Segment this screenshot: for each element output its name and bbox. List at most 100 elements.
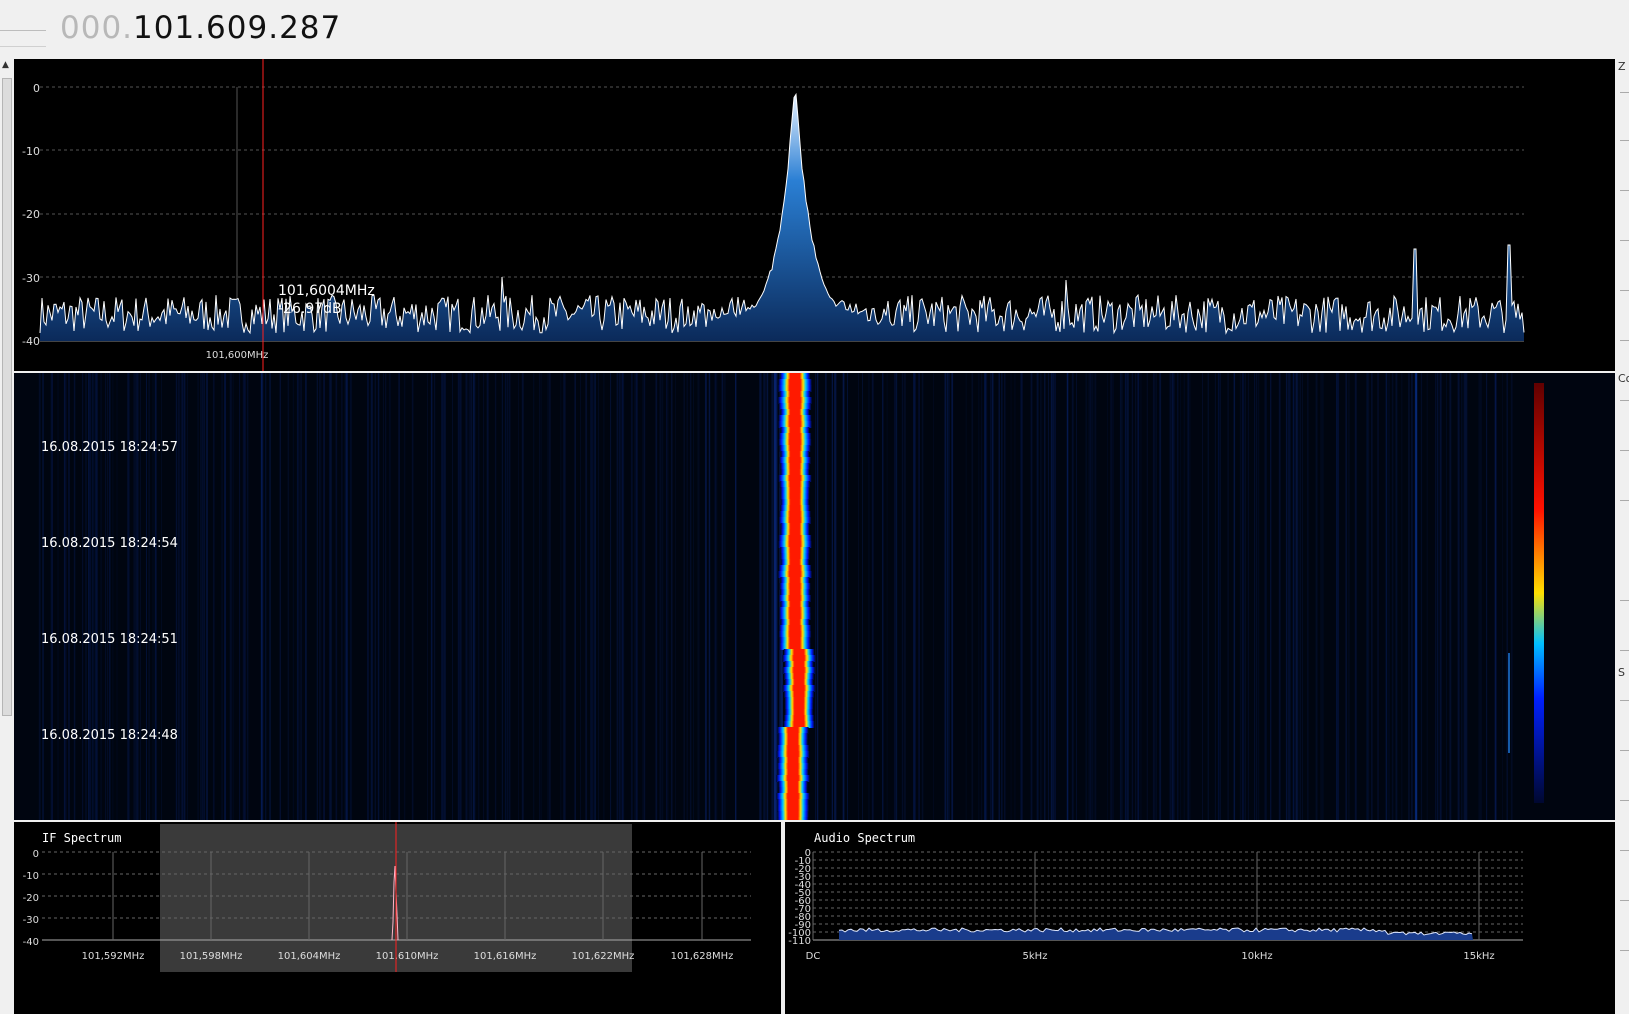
- waterfall-signal-segment: [776, 793, 810, 800]
- waterfall-noise-stripe: [382, 373, 384, 820]
- waterfall-signal-segment: [779, 481, 811, 488]
- waterfall-noise-stripe: [346, 373, 348, 820]
- waterfall-noise-stripe: [329, 373, 332, 820]
- right-strip-label-top: Z: [1618, 60, 1626, 73]
- waterfall-noise-stripe: [1004, 373, 1006, 820]
- waterfall-noise-stripe: [705, 373, 707, 820]
- waterfall-noise-stripe: [921, 373, 923, 820]
- frequency-digits[interactable]: 101.609.287: [133, 10, 341, 46]
- waterfall-noise-stripe: [505, 373, 507, 820]
- waterfall-signal-segment: [778, 421, 812, 428]
- waterfall-noise-stripe: [223, 373, 226, 820]
- frequency-display[interactable]: 000.101.609.287: [60, 10, 341, 46]
- waterfall-noise-stripe: [655, 373, 658, 820]
- waterfall-noise-stripe: [1090, 373, 1093, 820]
- waterfall-noise-stripe: [1126, 373, 1129, 820]
- waterfall-noise-stripe: [1420, 373, 1423, 820]
- waterfall-noise-stripe: [1053, 373, 1055, 820]
- waterfall-noise-stripe: [1121, 373, 1124, 820]
- y-tick-label: -40: [22, 335, 40, 348]
- waterfall-signal-segment: [777, 799, 809, 806]
- waterfall-signal-segment: [778, 781, 808, 788]
- waterfall-signal-segment: [777, 817, 809, 820]
- waterfall-noise-stripe: [642, 373, 644, 820]
- right-strip-tick: [1620, 290, 1629, 291]
- waterfall-signal-segment: [780, 487, 810, 494]
- x-tick-label: DC: [806, 951, 821, 962]
- waterfall-noise-stripe: [344, 373, 347, 820]
- waterfall-signal-segment: [784, 661, 814, 668]
- waterfall-noise-stripe: [714, 373, 717, 820]
- waterfall-noise-stripe: [1510, 373, 1513, 820]
- waterfall-noise-stripe: [1439, 373, 1442, 820]
- waterfall-noise-stripe: [948, 373, 950, 820]
- left-scrollbar-thumb[interactable]: [2, 78, 12, 716]
- waterfall-noise-stripe: [1207, 373, 1209, 820]
- waterfall-noise-stripe: [242, 373, 245, 820]
- y-tick-label: -10: [22, 145, 40, 158]
- waterfall-noise-stripe: [699, 373, 700, 820]
- waterfall-signal-segment: [779, 625, 811, 632]
- waterfall-signal-segment: [777, 727, 809, 734]
- audio-spectrum-panel[interactable]: Audio Spectrum 0 -10 -20 -30 -40 -50 -60 -70 -80…: [785, 822, 1615, 1014]
- waterfall-panel[interactable]: 16.08.2015 18:24:57 16.08.2015 18:24:54 …: [14, 373, 1615, 820]
- waterfall-timestamp: 16.08.2015 18:24:51: [41, 632, 178, 647]
- waterfall-noise-stripe: [279, 373, 281, 820]
- waterfall-noise-stripe: [1037, 373, 1039, 820]
- waterfall-noise-stripe: [1189, 373, 1191, 820]
- main-spectrum-panel[interactable]: 0 -10 -20 -30 -40 101,600MHz 101,6004MHz…: [14, 59, 1615, 371]
- waterfall-signal-segment: [784, 679, 814, 686]
- waterfall-noise-stripe: [1092, 373, 1094, 820]
- waterfall-noise-stripe: [1354, 373, 1357, 820]
- waterfall-noise-stripe: [1462, 373, 1464, 820]
- waterfall-plot[interactable]: 16.08.2015 18:24:57 16.08.2015 18:24:54 …: [14, 373, 1615, 820]
- waterfall-signal-segment: [778, 595, 811, 602]
- waterfall-noise-stripe: [591, 373, 594, 820]
- waterfall-noise-stripe: [398, 373, 400, 820]
- waterfall-noise-stripe: [1137, 373, 1139, 820]
- waterfall-noise-stripe: [1177, 373, 1179, 820]
- waterfall-signal-segment: [778, 535, 812, 542]
- waterfall-noise-stripe: [1152, 373, 1155, 820]
- waterfall-noise-stripe: [1125, 373, 1127, 820]
- waterfall-signal-segment: [778, 415, 812, 422]
- y-tick-label: -30: [23, 915, 39, 926]
- if-spectrum-panel[interactable]: IF Spectrum 0 -10 -20 -30 -40 101,592MHz…: [14, 822, 781, 1014]
- waterfall-noise-stripe: [1436, 373, 1439, 820]
- x-tick-label: 101,600MHz: [206, 350, 269, 361]
- waterfall-signal-segment: [778, 379, 812, 386]
- waterfall-noise-stripe: [1010, 373, 1012, 820]
- waterfall-noise-stripe: [1337, 373, 1340, 820]
- waterfall-noise-stripe: [540, 373, 542, 820]
- waterfall-noise-stripe: [1506, 373, 1508, 820]
- waterfall-noise-stripe: [771, 373, 773, 820]
- waterfall-noise-stripe: [1321, 373, 1323, 820]
- waterfall-noise-stripe: [666, 373, 668, 820]
- x-tick-label: 101,592MHz: [82, 951, 145, 962]
- waterfall-noise-stripe: [1480, 373, 1482, 820]
- waterfall-noise-stripe: [1278, 373, 1281, 820]
- waterfall-noise-stripe: [206, 373, 208, 820]
- waterfall-noise-stripe: [598, 373, 599, 820]
- main-spectrum-plot[interactable]: 0 -10 -20 -30 -40 101,600MHz 101,6004MHz…: [14, 59, 1615, 371]
- waterfall-noise-stripe: [1461, 373, 1462, 820]
- waterfall-noise-stripe: [292, 373, 294, 820]
- waterfall-noise-stripe: [300, 373, 302, 820]
- waterfall-timestamp: 16.08.2015 18:24:54: [41, 536, 178, 551]
- waterfall-noise-stripe: [1478, 373, 1481, 820]
- waterfall-signal-segment: [777, 763, 809, 770]
- waterfall-noise-stripe: [374, 373, 376, 820]
- scroll-up-arrow-icon[interactable]: ▲: [2, 60, 9, 70]
- waterfall-signal-segment: [780, 451, 810, 458]
- if-spectrum-plot[interactable]: IF Spectrum 0 -10 -20 -30 -40 101,592MHz…: [14, 822, 781, 1014]
- waterfall-signal-segment: [783, 649, 815, 656]
- waterfall-noise-stripe: [759, 373, 760, 820]
- frequency-leading-digits[interactable]: 000.: [60, 10, 133, 46]
- waterfall-noise-stripe: [1293, 373, 1294, 820]
- audio-spectrum-plot[interactable]: Audio Spectrum 0-10-20-30-40-50-60-70-80…: [785, 822, 1615, 1014]
- waterfall-noise-stripe: [186, 373, 188, 820]
- right-strip-tick: [1620, 340, 1629, 341]
- waterfall-noise-stripe: [772, 373, 773, 820]
- waterfall-noise-stripe: [1401, 373, 1403, 820]
- waterfall-noise-stripe: [367, 373, 369, 820]
